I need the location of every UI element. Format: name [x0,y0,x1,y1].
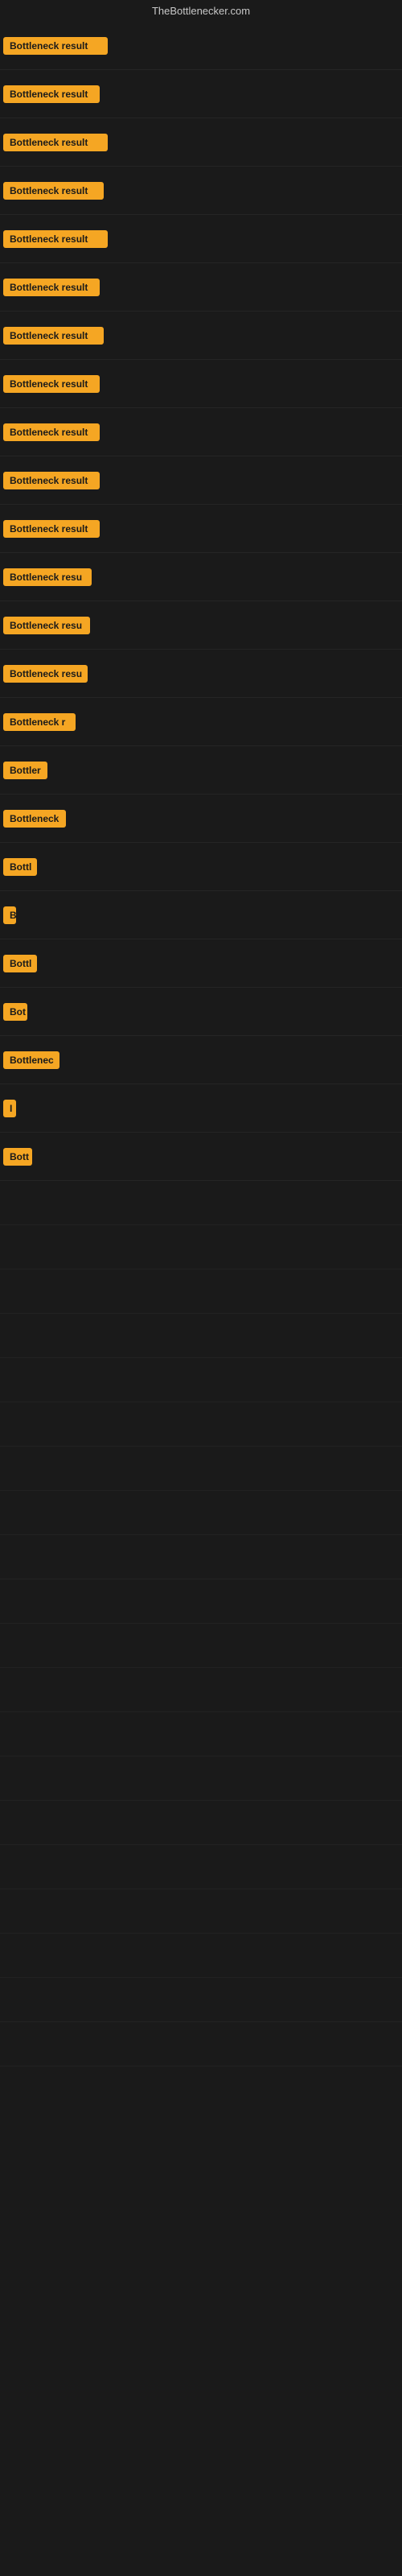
result-row: Bottleneck r [0,698,402,746]
bottleneck-badge[interactable]: Bot [3,1003,27,1021]
result-row: Bottl [0,843,402,891]
empty-row [0,1889,402,1934]
bottleneck-badge[interactable]: Bottleneck result [3,375,100,393]
bottleneck-badge[interactable]: Bottlenec [3,1051,59,1069]
bottleneck-badge[interactable]: Bottleneck result [3,230,108,248]
result-row: Bottl [0,939,402,988]
result-row: I [0,1084,402,1133]
bottleneck-badge[interactable]: Bottleneck result [3,279,100,296]
empty-row [0,1712,402,1757]
result-row: Bottleneck resu [0,650,402,698]
bottleneck-badge[interactable]: Bottl [3,955,37,972]
result-row: Bottleneck resu [0,601,402,650]
empty-row [0,1801,402,1845]
results-container: Bottleneck result Bottleneck result Bottle… [0,22,402,2066]
result-row: Bottleneck result [0,22,402,70]
empty-row [0,1225,402,1269]
result-row: Bottleneck result [0,118,402,167]
empty-row [0,1269,402,1314]
bottleneck-badge[interactable]: Bott [3,1148,32,1166]
empty-row [0,1579,402,1624]
empty-row [0,1978,402,2022]
empty-row [0,1668,402,1712]
empty-row [0,1491,402,1535]
bottleneck-badge[interactable]: Bottl [3,858,37,876]
empty-row [0,1314,402,1358]
bottleneck-badge[interactable]: Bottler [3,762,47,779]
site-header: TheBottlenecker.com [0,0,402,22]
empty-row [0,1402,402,1447]
result-row: Bottleneck result [0,456,402,505]
result-row: Bottleneck resu [0,553,402,601]
result-row: Bottleneck [0,795,402,843]
page-wrapper: TheBottlenecker.com Bottleneck resultBot… [0,0,402,2576]
empty-row [0,1447,402,1491]
bottleneck-badge[interactable]: Bottleneck result [3,472,100,489]
bottleneck-badge[interactable]: Bottleneck result [3,134,108,151]
empty-row [0,1358,402,1402]
empty-row [0,2022,402,2066]
site-title: TheBottlenecker.com [152,5,250,17]
result-row: Bott [0,1133,402,1181]
bottleneck-badge[interactable]: Bottleneck result [3,520,100,538]
bottleneck-badge[interactable]: B [3,906,16,924]
empty-row [0,1624,402,1668]
bottleneck-badge[interactable]: Bottleneck resu [3,665,88,683]
bottleneck-badge[interactable]: Bottleneck r [3,713,76,731]
result-row: Bottleneck result [0,360,402,408]
result-row: Bottler [0,746,402,795]
bottleneck-badge[interactable]: Bottleneck result [3,327,104,345]
result-row: Bottleneck result [0,408,402,456]
result-row: B [0,891,402,939]
bottleneck-badge[interactable]: Bottleneck [3,810,66,828]
bottleneck-badge[interactable]: Bottleneck resu [3,568,92,586]
empty-row [0,1934,402,1978]
result-row: Bottlenec [0,1036,402,1084]
result-row: Bottleneck result [0,70,402,118]
empty-row [0,1845,402,1889]
empty-row [0,1535,402,1579]
bottleneck-badge[interactable]: Bottleneck result [3,85,100,103]
bottleneck-badge[interactable]: I [3,1100,16,1117]
bottleneck-badge[interactable]: Bottleneck result [3,423,100,441]
bottleneck-badge[interactable]: Bottleneck result [3,37,108,55]
bottleneck-badge[interactable]: Bottleneck result [3,182,104,200]
bottleneck-badge[interactable]: Bottleneck resu [3,617,90,634]
result-row: Bottleneck result [0,215,402,263]
empty-row [0,1181,402,1225]
result-row: Bottleneck result [0,312,402,360]
result-row: Bottleneck result [0,505,402,553]
result-row: Bot [0,988,402,1036]
result-row: Bottleneck result [0,263,402,312]
empty-row [0,1757,402,1801]
result-row: Bottleneck result [0,167,402,215]
